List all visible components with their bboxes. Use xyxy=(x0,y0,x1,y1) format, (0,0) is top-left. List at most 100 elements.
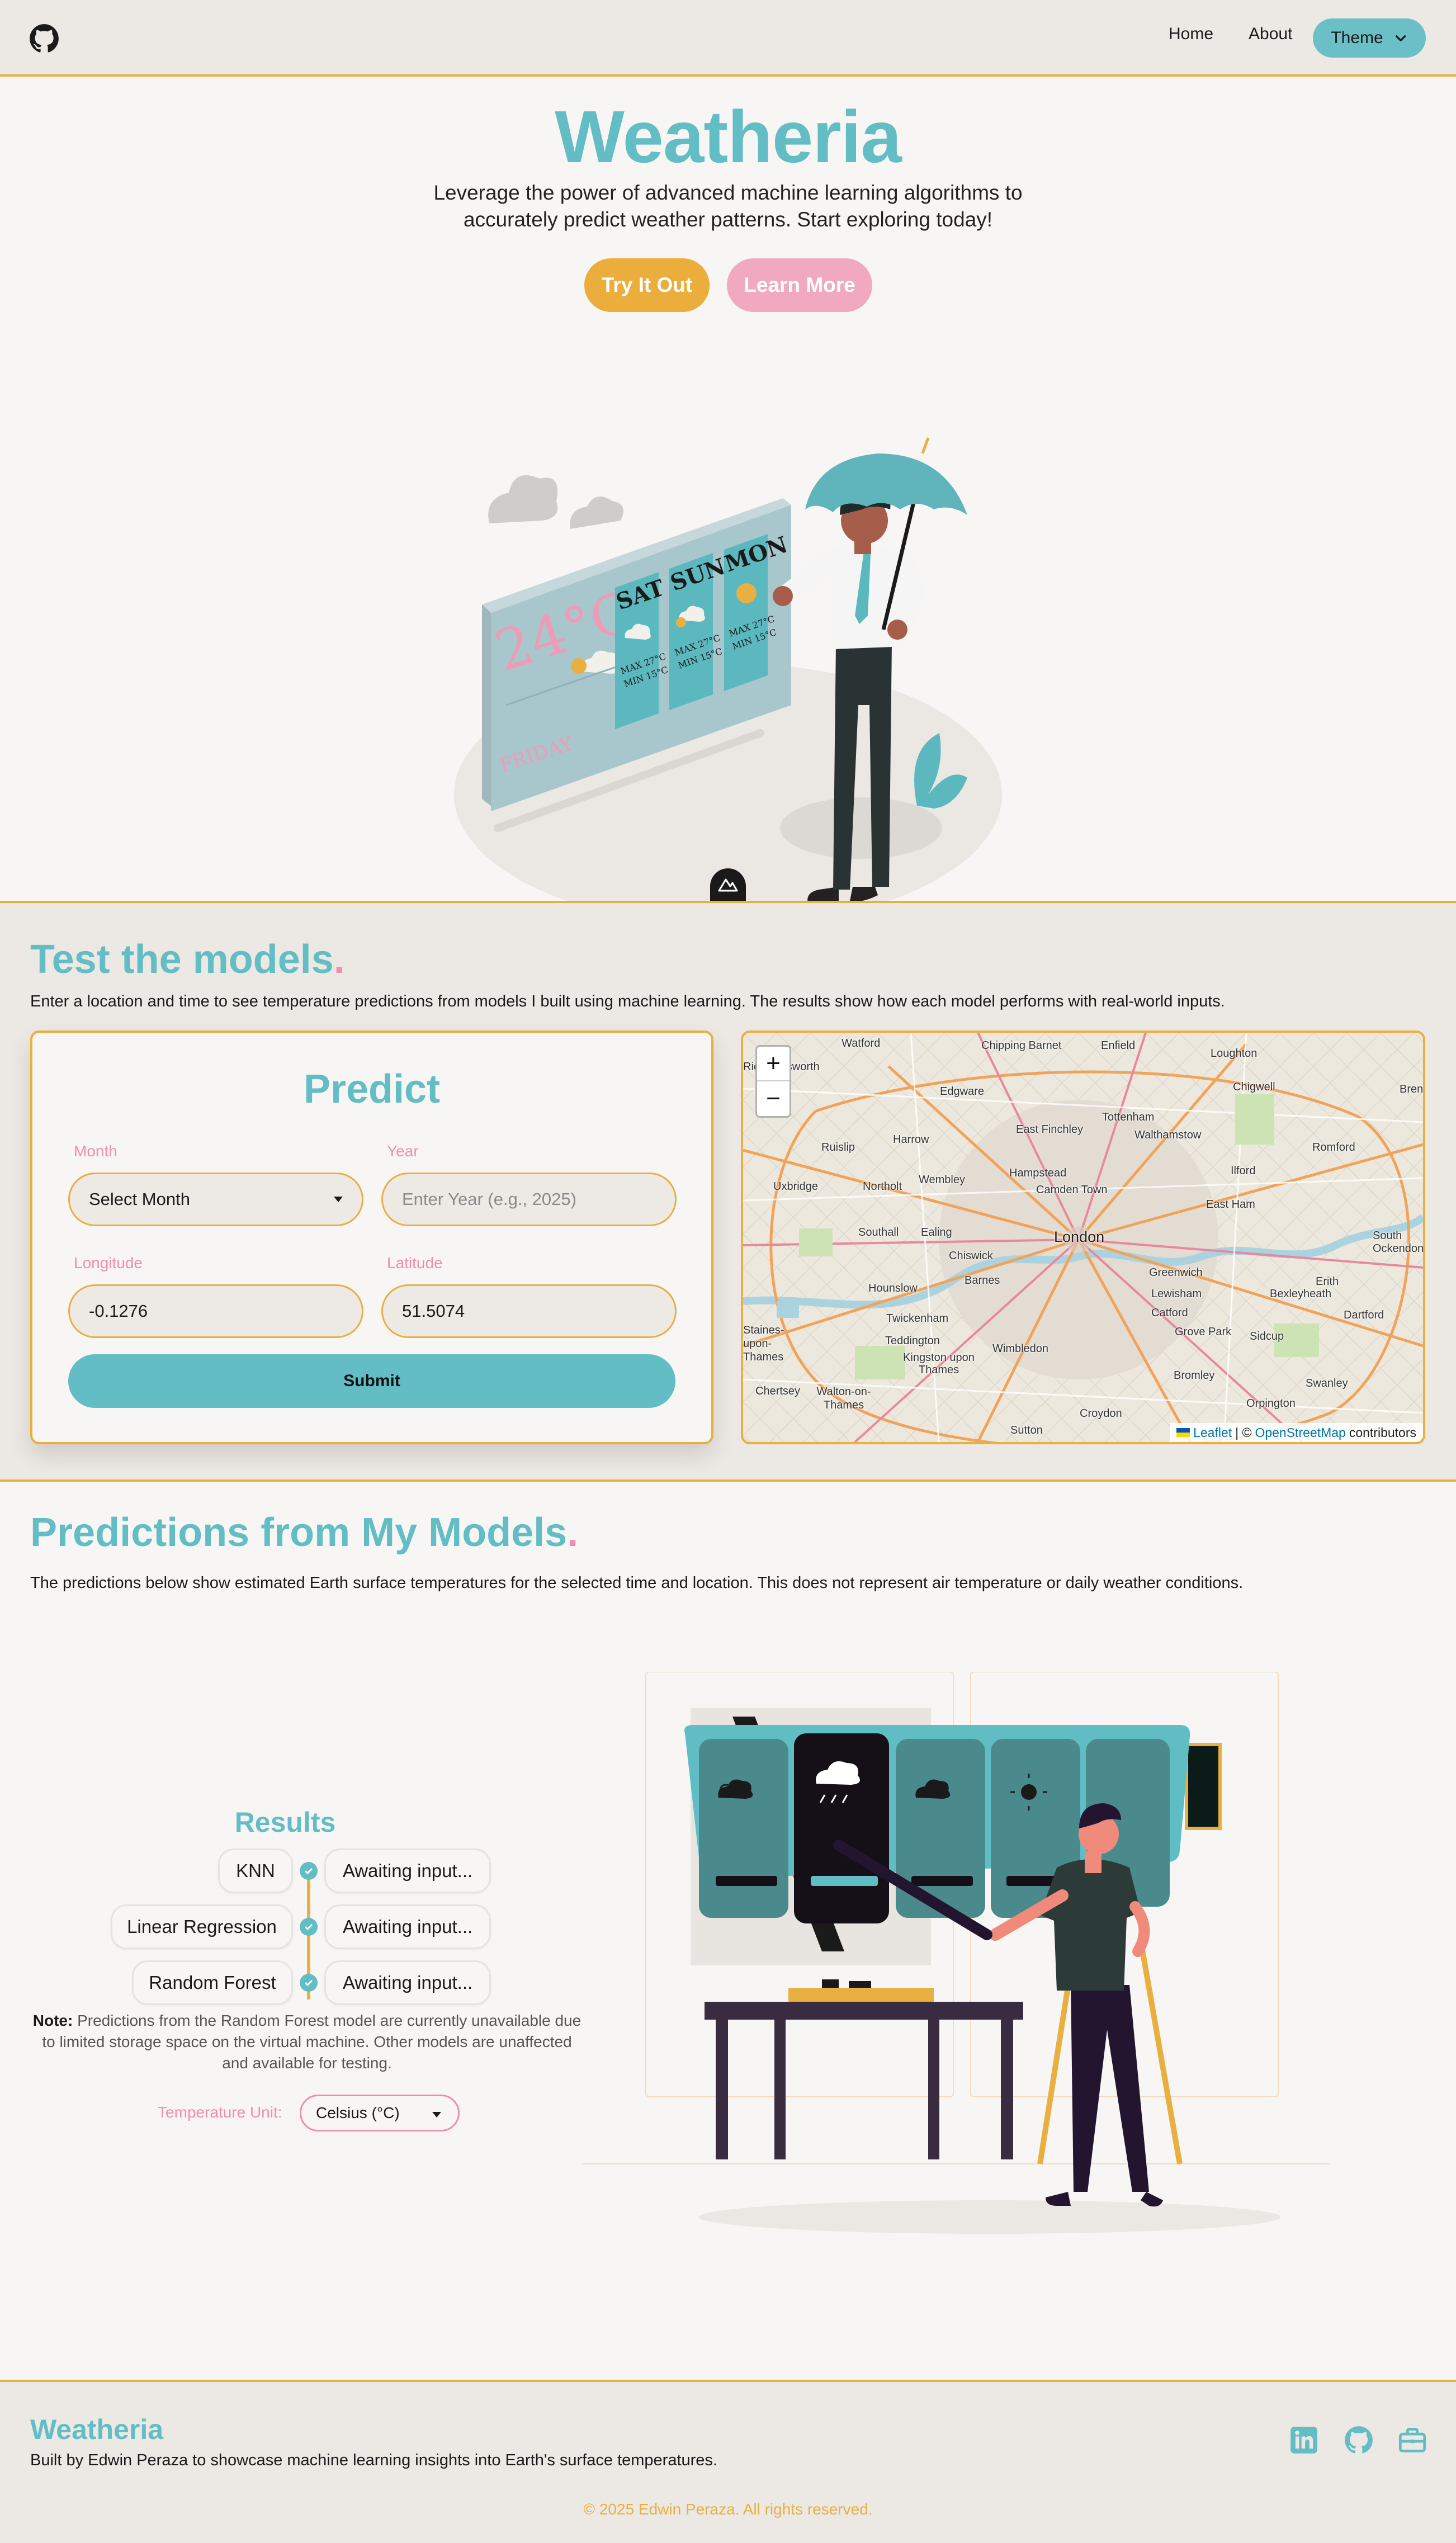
test-title-dot: . xyxy=(333,937,345,982)
longitude-input[interactable]: -0.1276 xyxy=(68,1284,363,1338)
month-select[interactable]: Select Month xyxy=(68,1173,363,1226)
navbar: Home About Theme xyxy=(0,0,1456,77)
attribution-tail: contributors xyxy=(1349,1425,1416,1440)
osm-link[interactable]: OpenStreetMap xyxy=(1255,1425,1345,1440)
map-place-teddington: Teddington xyxy=(885,1335,940,1347)
attribution-separator: | © xyxy=(1235,1425,1252,1440)
briefcase-icon[interactable] xyxy=(1398,2426,1427,2455)
hero-subtitle: Leverage the power of advanced machine l… xyxy=(420,179,1036,233)
mountain-icon xyxy=(718,878,738,892)
submit-button[interactable]: Submit xyxy=(68,1354,675,1408)
test-section-title: Test the models. xyxy=(30,937,345,982)
map-place-staines: Staines-upon-Thames xyxy=(743,1324,784,1363)
map-place-loughton: Loughton xyxy=(1211,1047,1258,1060)
map-place-brentwood: Brentwood xyxy=(1400,1083,1424,1095)
month-select-value: Select Month xyxy=(89,1189,190,1209)
map-place-sidcup: Sidcup xyxy=(1250,1330,1284,1343)
results-title: Results xyxy=(234,1807,336,1838)
location-map[interactable]: Watford Chipping Barnet Enfield Loughton… xyxy=(741,1031,1425,1444)
weather-analyst-illustration xyxy=(582,1672,1331,2234)
map-place-walton: Walton-on-Thames xyxy=(816,1386,871,1411)
map-place-northolt: Northolt xyxy=(863,1180,902,1193)
test-section-description: Enter a location and time to see tempera… xyxy=(30,992,1225,1010)
map-place-chipping-barnet: Chipping Barnet xyxy=(981,1039,1062,1052)
map-place-catford: Catford xyxy=(1151,1307,1188,1319)
note-label: Note: xyxy=(32,2012,73,2029)
latitude-value: 51.5074 xyxy=(402,1301,465,1321)
github-icon[interactable] xyxy=(29,23,59,54)
map-place-edgware: Edgware xyxy=(940,1085,984,1098)
linkedin-icon[interactable] xyxy=(1289,2426,1318,2455)
nav-home-link[interactable]: Home xyxy=(1169,25,1213,44)
map-place-east-finchley: East Finchley xyxy=(1016,1123,1084,1136)
temperature-unit-label: Temperature Unit: xyxy=(158,2104,282,2121)
hero-title: Weatheria xyxy=(555,96,901,178)
longitude-value: -0.1276 xyxy=(89,1301,148,1321)
map-place-ilford: Ilford xyxy=(1231,1165,1256,1177)
check-icon xyxy=(300,1862,318,1880)
temperature-unit-value: Celsius (°C) xyxy=(316,2104,400,2121)
model-name-linear-regression: Linear Regression xyxy=(111,1904,293,1949)
map-place-enfield: Enfield xyxy=(1101,1039,1136,1052)
map-place-southall: Southall xyxy=(858,1226,899,1239)
map-place-greenwich: Greenwich xyxy=(1149,1266,1203,1279)
map-place-watford: Watford xyxy=(842,1037,881,1050)
map-place-bexleyheath: Bexleyheath xyxy=(1270,1288,1332,1300)
map-place-chigwell: Chigwell xyxy=(1233,1081,1275,1093)
hero-section: Weatheria Leverage the power of advanced… xyxy=(0,79,1456,926)
map-place-chiswick: Chiswick xyxy=(949,1250,993,1262)
model-name-knn: KNN xyxy=(218,1849,293,1893)
map-place-camden-town: Camden Town xyxy=(1036,1184,1108,1196)
predict-title: Predict xyxy=(303,1067,441,1112)
model-result-random-forest: Awaiting input... xyxy=(324,1960,491,2005)
month-label: Month xyxy=(74,1142,117,1160)
chevron-down-icon xyxy=(1395,35,1406,41)
learn-more-button[interactable]: Learn More xyxy=(727,258,872,312)
test-title-text: Test the models xyxy=(30,937,334,982)
map-place-bromley: Bromley xyxy=(1174,1369,1215,1382)
map-place-hampstead: Hampstead xyxy=(1009,1167,1067,1179)
map-place-ealing: Ealing xyxy=(921,1226,952,1239)
footer: Weatheria Built by Edwin Peraza to showc… xyxy=(0,2380,1456,2543)
latitude-label: Latitude xyxy=(387,1254,443,1272)
model-name-random-forest: Random Forest xyxy=(132,1960,293,2005)
model-result-knn: Awaiting input... xyxy=(324,1849,491,1893)
nav-about-link[interactable]: About xyxy=(1249,25,1292,44)
predictions-section: Predictions from My Models. The predicti… xyxy=(0,1482,1456,2380)
leaflet-link[interactable]: Leaflet xyxy=(1193,1425,1232,1440)
scroll-down-button[interactable] xyxy=(710,868,746,901)
theme-dropdown-button[interactable]: Theme xyxy=(1313,18,1426,58)
predictions-title: Predictions from My Models. xyxy=(30,1510,578,1556)
map-place-ruislip: Ruislip xyxy=(821,1141,855,1154)
map-place-swanley: Swanley xyxy=(1306,1377,1348,1389)
model-result-linear-regression: Awaiting input... xyxy=(324,1904,491,1949)
predictions-title-dot: . xyxy=(567,1510,579,1555)
temperature-unit-select[interactable]: Celsius (°C) xyxy=(300,2095,460,2131)
map-place-wimbledon: Wimbledon xyxy=(992,1343,1049,1355)
try-it-out-button[interactable]: Try It Out xyxy=(584,258,710,312)
year-input[interactable]: Enter Year (e.g., 2025) xyxy=(381,1173,677,1226)
caret-down-icon xyxy=(334,1197,343,1202)
predictions-title-text: Predictions from My Models xyxy=(30,1510,568,1555)
map-attribution: Leaflet | © OpenStreetMap contributors xyxy=(1170,1423,1423,1442)
ukraine-flag-icon xyxy=(1176,1428,1190,1437)
map-place-south-ockendon: South Ockendon xyxy=(1373,1230,1424,1255)
latitude-input[interactable]: 51.5074 xyxy=(381,1284,677,1338)
map-place-wembley: Wembley xyxy=(919,1174,965,1186)
theme-label: Theme xyxy=(1331,29,1383,47)
map-place-romford: Romford xyxy=(1312,1141,1355,1154)
predictions-description: The predictions below show estimated Ear… xyxy=(30,1574,1244,1592)
map-place-twickenham: Twickenham xyxy=(886,1312,949,1325)
note-text: Predictions from the Random Forest model… xyxy=(42,2012,582,2072)
random-forest-note: Note: Predictions from the Random Forest… xyxy=(30,2010,584,2074)
footer-description: Built by Edwin Peraza to showcase machin… xyxy=(30,2451,717,2469)
github-icon[interactable] xyxy=(1344,2426,1373,2455)
map-zoom-controls: + − xyxy=(755,1045,791,1118)
map-place-sutton: Sutton xyxy=(1010,1424,1043,1436)
predict-form-card: Predict Month Select Month Year Enter Ye… xyxy=(30,1031,713,1444)
map-place-walthamstow: Walthamstow xyxy=(1134,1129,1202,1141)
map-zoom-out-button[interactable]: − xyxy=(757,1081,790,1116)
map-zoom-in-button[interactable]: + xyxy=(757,1047,790,1081)
map-place-east-ham: East Ham xyxy=(1206,1198,1255,1211)
map-place-dartford: Dartford xyxy=(1344,1309,1384,1321)
